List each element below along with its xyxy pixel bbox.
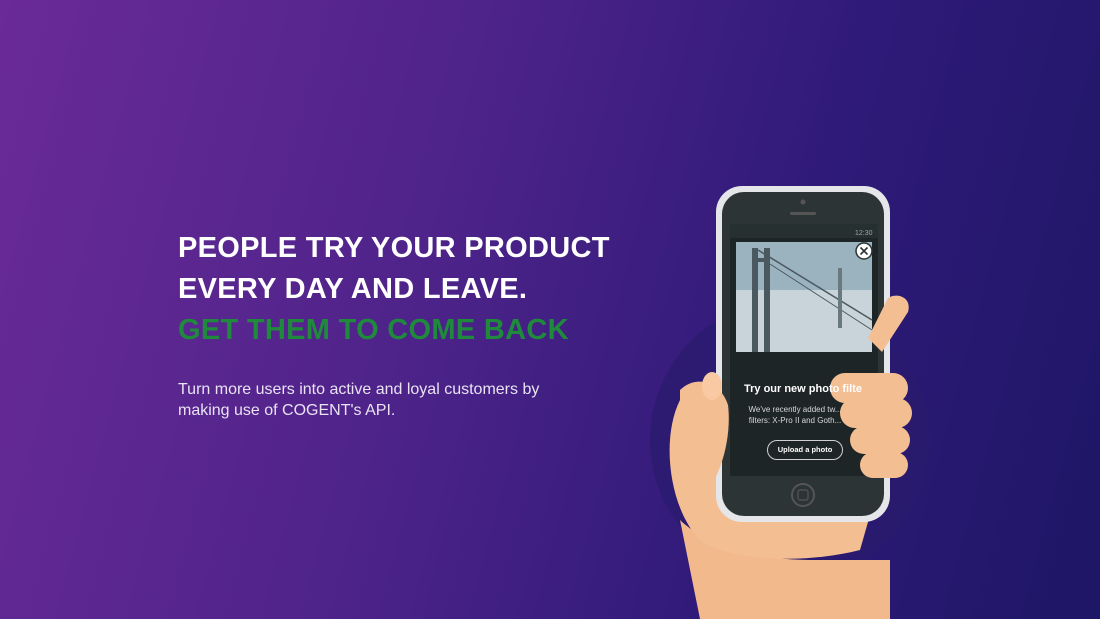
- bridge-tower: [752, 248, 758, 352]
- upload-photo-button[interactable]: Upload a photo: [767, 440, 843, 460]
- hero-subtext: Turn more users into active and loyal cu…: [178, 381, 540, 419]
- phone-illustration-svg: [650, 186, 930, 619]
- bridge-tower-far: [838, 268, 842, 328]
- popup-title: Try our new photo filte: [744, 383, 862, 395]
- status-time: 12:30: [855, 230, 873, 237]
- headline-line-2: EVERY DAY AND LEAVE.: [178, 273, 528, 305]
- bridge-crossbar: [752, 258, 770, 262]
- finger-3: [850, 426, 910, 454]
- finger-2: [840, 398, 912, 428]
- speaker: [790, 212, 816, 215]
- popup-body: We've recently added tw... filters: X-Pr…: [748, 405, 842, 425]
- finger-4: [860, 452, 908, 478]
- phone-in-hand-illustration: 12:30 Try our new photo filte We've rece…: [640, 180, 960, 619]
- headline-accent: GET THEM TO COME BACK: [178, 314, 569, 346]
- thumb-tip: [702, 372, 722, 400]
- bridge-tower-2: [764, 248, 770, 352]
- headline-line-1: PEOPLE TRY YOUR PRODUCT: [178, 232, 610, 264]
- camera: [800, 199, 806, 205]
- hero-section: PEOPLE TRY YOUR PRODUCT EVERY DAY AND LE…: [178, 228, 648, 421]
